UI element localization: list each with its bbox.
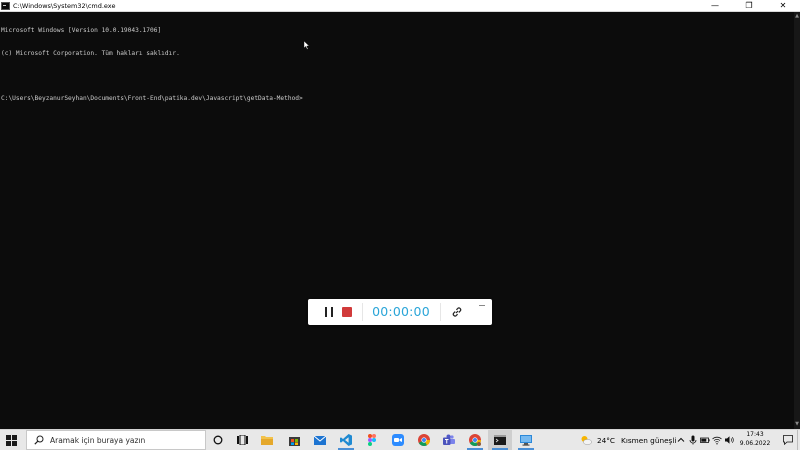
file-explorer-icon[interactable]: [255, 430, 279, 450]
mail-icon[interactable]: [308, 430, 332, 450]
window-controls: — ❐ ✕: [698, 0, 800, 12]
zoom-icon[interactable]: [386, 430, 410, 450]
cmd-app-icon: [1, 1, 10, 10]
partly-sunny-icon: [581, 436, 592, 445]
console-scrollbar[interactable]: ▲ ▼: [794, 12, 800, 429]
clock-time: 17:43: [746, 431, 764, 438]
taskbar-search[interactable]: Aramak için buraya yazın: [26, 430, 206, 450]
weather-condition: Kısmen güneşli: [621, 435, 677, 445]
figma-icon[interactable]: [360, 430, 384, 450]
windows-start-icon[interactable]: [6, 435, 17, 446]
window-title: C:\Windows\System32\cmd.exe: [13, 1, 116, 10]
cmd-icon[interactable]: [488, 430, 512, 450]
vscode-icon[interactable]: [334, 430, 358, 450]
taskbar: Aramak için buraya yazın 24°C Kısmen gün…: [0, 429, 800, 450]
search-placeholder: Aramak için buraya yazın: [50, 435, 146, 445]
teams-icon[interactable]: [437, 430, 461, 450]
console-line: (c) Microsoft Corporation. Tüm hakları s…: [1, 49, 180, 57]
pause-icon[interactable]: [325, 307, 333, 317]
minimize-icon[interactable]: [479, 302, 486, 308]
notification-icon[interactable]: [783, 435, 793, 445]
microphone-icon[interactable]: [688, 435, 698, 445]
console-line: Microsoft Windows [Version 10.0.19043.17…: [1, 27, 162, 34]
window-titlebar: C:\Windows\System32\cmd.exe — ❐ ✕: [0, 0, 800, 12]
volume-icon[interactable]: [724, 435, 734, 445]
stop-icon[interactable]: [342, 307, 352, 317]
minimize-button[interactable]: —: [698, 0, 732, 12]
scroll-down-icon[interactable]: ▼: [794, 421, 800, 428]
divider: [362, 303, 363, 321]
remote-desktop-icon[interactable]: [514, 430, 538, 450]
task-view-icon[interactable]: [230, 430, 254, 450]
chrome-profile-icon[interactable]: [463, 430, 487, 450]
recording-timer: 00:00:00: [372, 304, 430, 319]
divider: [440, 303, 441, 321]
chevron-up-icon[interactable]: [676, 435, 686, 445]
console-output[interactable]: Microsoft Windows [Version 10.0.19043.17…: [0, 12, 794, 429]
scroll-up-icon[interactable]: ▲: [794, 13, 800, 20]
search-icon: [34, 435, 44, 445]
battery-icon[interactable]: [700, 435, 710, 445]
mouse-cursor-icon: [304, 41, 310, 50]
close-button[interactable]: ✕: [766, 0, 800, 12]
clock-date: 9.06.2022: [739, 439, 771, 447]
screen-recorder-widget: 00:00:00: [308, 299, 492, 325]
taskbar-clock[interactable]: 17:43 9.06.2022: [737, 431, 773, 450]
cortana-icon[interactable]: [206, 430, 230, 450]
wifi-icon[interactable]: [712, 435, 722, 445]
weather-temperature: 24°C: [597, 435, 616, 445]
chrome-icon[interactable]: [412, 430, 436, 450]
console-prompt: C:\Users\BeyzanurSeyhan\Documents\Front-…: [1, 94, 303, 102]
restore-button[interactable]: ❐: [732, 0, 766, 12]
store-icon[interactable]: [282, 430, 306, 450]
weather-widget[interactable]: 24°C Kısmen güneşli: [580, 430, 676, 450]
link-icon[interactable]: [451, 306, 463, 318]
